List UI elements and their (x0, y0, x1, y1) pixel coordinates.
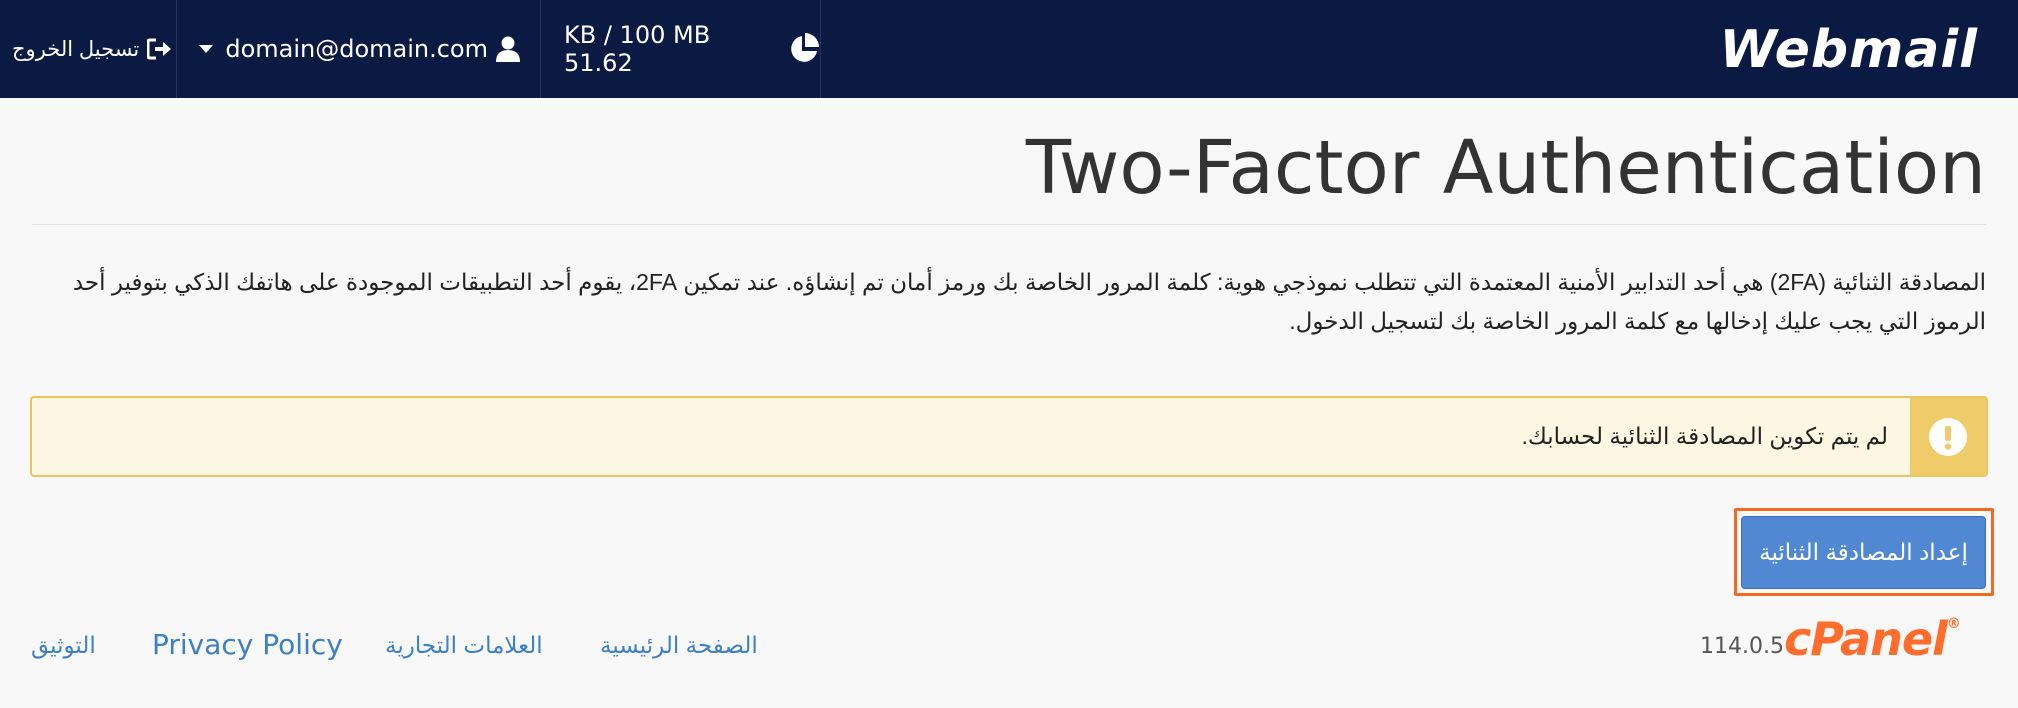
user-icon (496, 36, 520, 62)
page-description: المصادقة الثنائية (2FA) هي أحد التدابير … (72, 269, 1986, 334)
top-navbar: تسجيل الخروج domain@domain.com KB / 100 … (0, 0, 2018, 98)
warning-alert: لم يتم تكوين المصادقة الثنائية لحسابك. (30, 396, 1988, 477)
caret-down-icon (199, 44, 214, 54)
disk-quota: KB / 100 MB 51.62 (540, 0, 820, 98)
exclamation-icon (1929, 417, 1967, 456)
cpanel-version: 114.0.5 (1700, 634, 1784, 659)
alert-icon-box (1910, 398, 1986, 475)
logout-button[interactable]: تسجيل الخروج (12, 0, 176, 98)
cpanel-logo[interactable]: cPanel® (1784, 612, 1961, 666)
pie-chart-icon (788, 33, 820, 65)
footer-link-trademarks[interactable]: العلامات التجارية (385, 632, 543, 659)
alert-message: لم يتم تكوين المصادقة الثنائية لحسابك. (1521, 423, 1888, 449)
navbar-divider (820, 0, 821, 98)
sign-out-icon (147, 38, 173, 60)
footer-link-home[interactable]: الصفحة الرئيسية (600, 632, 758, 659)
footer-link-documentation[interactable]: التوثيق (31, 632, 96, 659)
registered-mark: ® (1946, 616, 1961, 632)
cpanel-logo-text: cPanel (1784, 612, 1948, 666)
title-divider (32, 224, 1986, 225)
logout-label: تسجيل الخروج (12, 37, 140, 61)
user-email: domain@domain.com (225, 35, 488, 63)
user-menu[interactable]: domain@domain.com (176, 0, 540, 98)
setup-2fa-button[interactable]: إعداد المصادقة الثنائية (1741, 516, 1986, 589)
page-title: Two-Factor Authentication (1025, 125, 1986, 211)
quota-text: KB / 100 MB 51.62 (564, 21, 711, 77)
footer-link-privacy-policy[interactable]: Privacy Policy (152, 628, 343, 661)
webmail-logo[interactable]: Webmail (1720, 22, 1978, 78)
